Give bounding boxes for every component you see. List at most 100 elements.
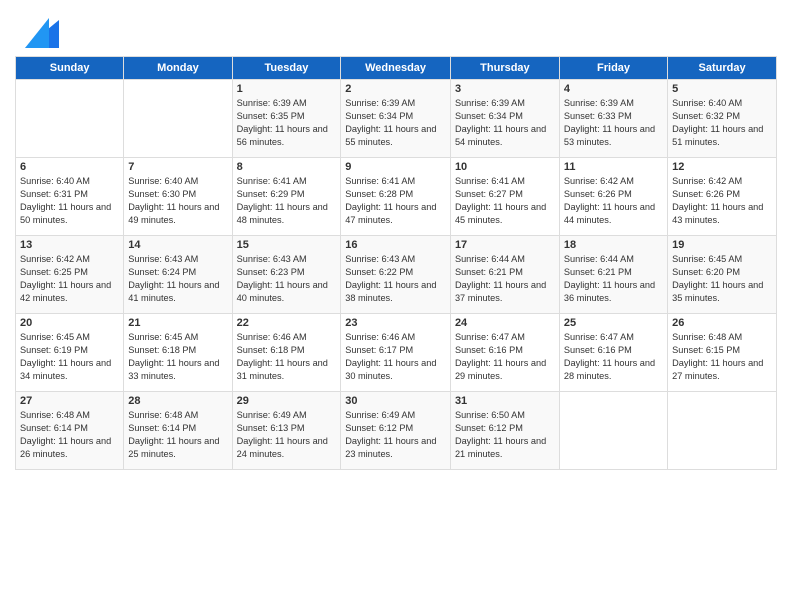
logo (15, 10, 63, 48)
day-info: Sunrise: 6:40 AMSunset: 6:30 PMDaylight:… (128, 175, 227, 227)
calendar-cell: 15Sunrise: 6:43 AMSunset: 6:23 PMDayligh… (232, 236, 341, 314)
day-number: 13 (20, 239, 119, 251)
calendar-cell: 25 Sunrise: 6:47 AMSunset: 6:16 PMDayligh… (559, 314, 667, 392)
weekday-header-friday: Friday (559, 57, 667, 80)
calendar-cell: 2Sunrise: 6:39 AMSunset: 6:34 PMDaylight… (341, 80, 451, 158)
day-number: 29 (237, 395, 337, 407)
calendar-cell: 21 Sunrise: 6:45 AMSunset: 6:18 PMDayligh… (124, 314, 232, 392)
day-number: 3 (455, 83, 555, 95)
day-info: Sunrise: 6:39 AMSunset: 6:35 PMDaylight:… (237, 97, 337, 149)
calendar-table: SundayMondayTuesdayWednesdayThursdayFrid… (15, 56, 777, 470)
calendar-week-1: 1 Sunrise: 6:39 AMSunset: 6:35 PMDaylight… (16, 80, 777, 158)
page: SundayMondayTuesdayWednesdayThursdayFrid… (0, 0, 792, 612)
day-info: Sunrise: 6:42 AMSunset: 6:25 PMDaylight:… (20, 253, 119, 305)
day-number: 18 (564, 239, 663, 251)
calendar-week-4: 20 Sunrise: 6:45 AMSunset: 6:19 PMDayligh… (16, 314, 777, 392)
day-info: Sunrise: 6:41 AMSunset: 6:29 PMDaylight:… (237, 175, 337, 227)
calendar-cell: 24 Sunrise: 6:47 AMSunset: 6:16 PMDayligh… (450, 314, 559, 392)
calendar-cell: 26 Sunrise: 6:48 AMSunset: 6:15 PMDayligh… (668, 314, 777, 392)
weekday-header-row: SundayMondayTuesdayWednesdayThursdayFrid… (16, 57, 777, 80)
day-info: Sunrise: 6:46 AMSunset: 6:17 PMDaylight:… (345, 331, 446, 383)
calendar-cell (559, 392, 667, 470)
calendar-week-2: 6 Sunrise: 6:40 AMSunset: 6:31 PMDaylight… (16, 158, 777, 236)
day-info: Sunrise: 6:39 AMSunset: 6:33 PMDaylight:… (564, 97, 663, 149)
calendar-cell: 22 Sunrise: 6:46 AMSunset: 6:18 PMDayligh… (232, 314, 341, 392)
day-number: 4 (564, 83, 663, 95)
calendar-cell: 12 Sunrise: 6:42 AMSunset: 6:26 PMDayligh… (668, 158, 777, 236)
day-info: Sunrise: 6:41 AMSunset: 6:27 PMDaylight:… (455, 175, 555, 227)
day-info: Sunrise: 6:44 AMSunset: 6:21 PMDaylight:… (564, 253, 663, 305)
day-number: 19 (672, 239, 772, 251)
weekday-header-saturday: Saturday (668, 57, 777, 80)
calendar-cell: 10 Sunrise: 6:41 AMSunset: 6:27 PMDayligh… (450, 158, 559, 236)
day-info: Sunrise: 6:48 AMSunset: 6:14 PMDaylight:… (20, 409, 119, 461)
day-number: 9 (345, 161, 446, 173)
calendar-cell: 17Sunrise: 6:44 AMSunset: 6:21 PMDayligh… (450, 236, 559, 314)
calendar-cell (16, 80, 124, 158)
day-info: Sunrise: 6:42 AMSunset: 6:26 PMDaylight:… (564, 175, 663, 227)
calendar-cell: 23 Sunrise: 6:46 AMSunset: 6:17 PMDayligh… (341, 314, 451, 392)
day-info: Sunrise: 6:43 AMSunset: 6:24 PMDaylight:… (128, 253, 227, 305)
day-info: Sunrise: 6:43 AMSunset: 6:23 PMDaylight:… (237, 253, 337, 305)
day-info: Sunrise: 6:41 AMSunset: 6:28 PMDaylight:… (345, 175, 446, 227)
calendar-cell: 30Sunrise: 6:49 AMSunset: 6:12 PMDayligh… (341, 392, 451, 470)
calendar-cell: 31Sunrise: 6:50 AMSunset: 6:12 PMDayligh… (450, 392, 559, 470)
day-number: 21 (128, 317, 227, 329)
day-info: Sunrise: 6:40 AMSunset: 6:31 PMDaylight:… (20, 175, 119, 227)
day-number: 6 (20, 161, 119, 173)
calendar-cell: 28Sunrise: 6:48 AMSunset: 6:14 PMDayligh… (124, 392, 232, 470)
day-info: Sunrise: 6:42 AMSunset: 6:26 PMDaylight:… (672, 175, 772, 227)
day-number: 22 (237, 317, 337, 329)
weekday-header-wednesday: Wednesday (341, 57, 451, 80)
calendar-cell: 11Sunrise: 6:42 AMSunset: 6:26 PMDayligh… (559, 158, 667, 236)
day-info: Sunrise: 6:47 AMSunset: 6:16 PMDaylight:… (455, 331, 555, 383)
day-number: 12 (672, 161, 772, 173)
day-number: 28 (128, 395, 227, 407)
calendar-week-3: 13 Sunrise: 6:42 AMSunset: 6:25 PMDayligh… (16, 236, 777, 314)
day-info: Sunrise: 6:48 AMSunset: 6:15 PMDaylight:… (672, 331, 772, 383)
calendar-cell: 14 Sunrise: 6:43 AMSunset: 6:24 PMDayligh… (124, 236, 232, 314)
calendar-cell: 9 Sunrise: 6:41 AMSunset: 6:28 PMDaylight… (341, 158, 451, 236)
calendar-body: 1 Sunrise: 6:39 AMSunset: 6:35 PMDaylight… (16, 80, 777, 470)
day-number: 23 (345, 317, 446, 329)
calendar-cell: 20 Sunrise: 6:45 AMSunset: 6:19 PMDayligh… (16, 314, 124, 392)
weekday-header-tuesday: Tuesday (232, 57, 341, 80)
day-info: Sunrise: 6:45 AMSunset: 6:20 PMDaylight:… (672, 253, 772, 305)
calendar-cell: 7 Sunrise: 6:40 AMSunset: 6:30 PMDaylight… (124, 158, 232, 236)
day-info: Sunrise: 6:45 AMSunset: 6:18 PMDaylight:… (128, 331, 227, 383)
logo-svg (15, 10, 59, 48)
calendar-cell: 18 Sunrise: 6:44 AMSunset: 6:21 PMDayligh… (559, 236, 667, 314)
day-number: 5 (672, 83, 772, 95)
day-number: 14 (128, 239, 227, 251)
day-number: 7 (128, 161, 227, 173)
day-number: 24 (455, 317, 555, 329)
calendar-cell: 27 Sunrise: 6:48 AMSunset: 6:14 PMDayligh… (16, 392, 124, 470)
calendar-cell: 3 Sunrise: 6:39 AMSunset: 6:34 PMDaylight… (450, 80, 559, 158)
day-number: 10 (455, 161, 555, 173)
calendar-cell: 4 Sunrise: 6:39 AMSunset: 6:33 PMDaylight… (559, 80, 667, 158)
day-number: 25 (564, 317, 663, 329)
header (15, 10, 777, 48)
calendar-cell: 13 Sunrise: 6:42 AMSunset: 6:25 PMDayligh… (16, 236, 124, 314)
weekday-header-monday: Monday (124, 57, 232, 80)
day-info: Sunrise: 6:39 AMSunset: 6:34 PMDaylight:… (345, 97, 446, 149)
calendar-cell: 6 Sunrise: 6:40 AMSunset: 6:31 PMDaylight… (16, 158, 124, 236)
day-number: 20 (20, 317, 119, 329)
day-info: Sunrise: 6:39 AMSunset: 6:34 PMDaylight:… (455, 97, 555, 149)
day-info: Sunrise: 6:47 AMSunset: 6:16 PMDaylight:… (564, 331, 663, 383)
day-info: Sunrise: 6:40 AMSunset: 6:32 PMDaylight:… (672, 97, 772, 149)
day-number: 1 (237, 83, 337, 95)
day-number: 17 (455, 239, 555, 251)
day-number: 26 (672, 317, 772, 329)
day-number: 8 (237, 161, 337, 173)
calendar-cell: 8 Sunrise: 6:41 AMSunset: 6:29 PMDaylight… (232, 158, 341, 236)
calendar-cell: 1 Sunrise: 6:39 AMSunset: 6:35 PMDaylight… (232, 80, 341, 158)
day-info: Sunrise: 6:46 AMSunset: 6:18 PMDaylight:… (237, 331, 337, 383)
day-info: Sunrise: 6:49 AMSunset: 6:13 PMDaylight:… (237, 409, 337, 461)
day-number: 16 (345, 239, 446, 251)
calendar-cell (124, 80, 232, 158)
calendar-cell (668, 392, 777, 470)
day-number: 27 (20, 395, 119, 407)
calendar-cell: 5 Sunrise: 6:40 AMSunset: 6:32 PMDaylight… (668, 80, 777, 158)
day-info: Sunrise: 6:45 AMSunset: 6:19 PMDaylight:… (20, 331, 119, 383)
